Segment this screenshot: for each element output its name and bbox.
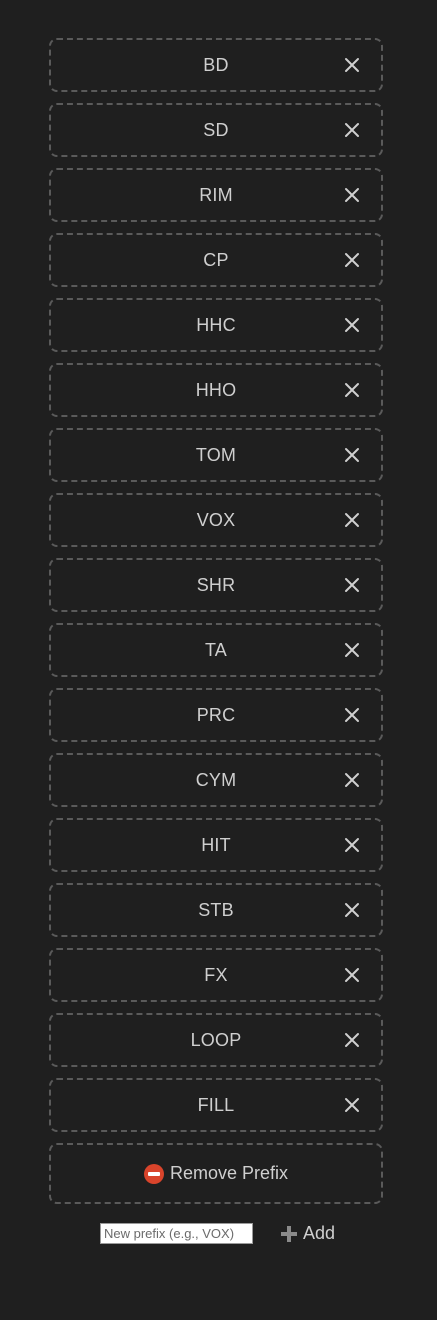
prefix-item[interactable]: CYM (49, 753, 383, 807)
remove-prefix-label: Remove Prefix (169, 1163, 289, 1183)
prefix-label: FILL (197, 1094, 235, 1115)
close-icon[interactable] (342, 1095, 362, 1115)
prefix-item[interactable]: TOM (49, 428, 383, 482)
close-icon[interactable] (342, 250, 362, 270)
prefix-label: HIT (201, 834, 231, 855)
prefix-item[interactable]: HHO (49, 363, 383, 417)
prefix-label: HHC (196, 314, 236, 335)
prefix-item[interactable]: RIM (49, 168, 383, 222)
close-icon[interactable] (342, 445, 362, 465)
prefix-label: STB (198, 899, 234, 920)
close-icon[interactable] (342, 705, 362, 725)
close-icon[interactable] (342, 770, 362, 790)
prefix-label: PRC (196, 704, 236, 725)
prefix-label: VOX (196, 509, 236, 530)
prefix-item[interactable]: LOOP (49, 1013, 383, 1067)
prefix-item[interactable]: PRC (49, 688, 383, 742)
close-icon[interactable] (342, 575, 362, 595)
prefix-item[interactable]: STB (49, 883, 383, 937)
prefix-label: HHO (195, 379, 237, 400)
close-icon[interactable] (342, 1030, 362, 1050)
prefix-item[interactable]: HHC (49, 298, 383, 352)
prefix-label: BD (203, 54, 229, 75)
prefix-item[interactable]: SHR (49, 558, 383, 612)
prefix-item[interactable]: HIT (49, 818, 383, 872)
add-button-label: Add (303, 1223, 336, 1243)
prefix-label: SD (203, 119, 229, 140)
close-icon[interactable] (342, 900, 362, 920)
close-icon[interactable] (342, 120, 362, 140)
prefix-item[interactable]: FX (49, 948, 383, 1002)
close-icon[interactable] (342, 510, 362, 530)
new-prefix-input[interactable] (100, 1223, 253, 1244)
prefix-label: CP (203, 249, 229, 270)
close-icon[interactable] (342, 55, 362, 75)
close-icon[interactable] (342, 380, 362, 400)
add-prefix-row: Add (100, 1223, 335, 1244)
no-entry-icon (143, 1163, 164, 1184)
prefix-item[interactable]: SD (49, 103, 383, 157)
prefix-label: TOM (195, 444, 237, 465)
close-icon[interactable] (342, 965, 362, 985)
close-icon[interactable] (342, 315, 362, 335)
prefix-label: TA (204, 639, 228, 660)
prefix-manager: BD SD RIM CP HHC HHO TOM VOX SHR TA PRC CYM HIT STB FX… (49, 38, 383, 1204)
prefix-item[interactable]: FILL (49, 1078, 383, 1132)
prefix-label: FX (204, 964, 228, 985)
prefix-label: CYM (195, 769, 237, 790)
plus-icon (281, 1225, 297, 1242)
close-icon[interactable] (342, 185, 362, 205)
prefix-list: BD SD RIM CP HHC HHO TOM VOX SHR TA PRC CYM HIT STB FX… (49, 38, 383, 1132)
prefix-item[interactable]: CP (49, 233, 383, 287)
prefix-label: LOOP (190, 1029, 242, 1050)
add-button[interactable]: Add (281, 1223, 335, 1244)
prefix-item[interactable]: VOX (49, 493, 383, 547)
prefix-label: SHR (196, 574, 236, 595)
close-icon[interactable] (342, 835, 362, 855)
prefix-item[interactable]: BD (49, 38, 383, 92)
remove-prefix-button[interactable]: Remove Prefix (49, 1143, 383, 1204)
prefix-item[interactable]: TA (49, 623, 383, 677)
close-icon[interactable] (342, 640, 362, 660)
prefix-label: RIM (199, 184, 233, 205)
